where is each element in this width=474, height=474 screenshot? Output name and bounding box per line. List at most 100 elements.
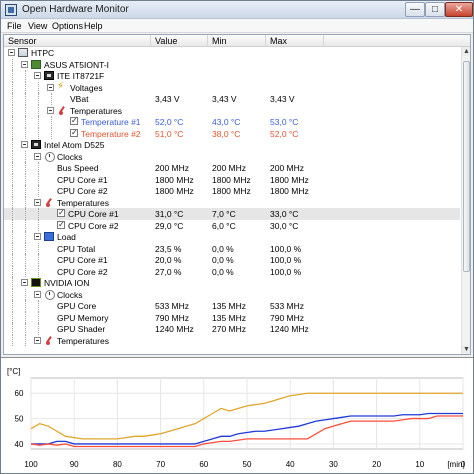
sensor-cpu-core-1-load[interactable]: CPU Core #1 20,0 % 0,0 % 100,0 % bbox=[4, 254, 460, 266]
tree-guide-line bbox=[51, 93, 52, 105]
scroll-up-button[interactable]: ▲ bbox=[462, 47, 470, 56]
sensor-gpu-memory[interactable]: GPU Memory 790 MHz 135 MHz 790 MHz bbox=[4, 311, 460, 323]
tree-guide-line bbox=[25, 116, 26, 128]
hardware-intel-atom[interactable]: Intel Atom D525 bbox=[4, 139, 460, 151]
sensor-max: 1800 MHz bbox=[270, 174, 309, 185]
chip-icon bbox=[44, 71, 54, 80]
sensor-min: 1800 MHz bbox=[212, 186, 251, 196]
collapse-toggle[interactable] bbox=[34, 336, 41, 344]
maximize-button[interactable]: □ bbox=[425, 2, 445, 17]
collapse-toggle[interactable] bbox=[34, 290, 41, 298]
scroll-down-button[interactable]: ▼ bbox=[462, 345, 470, 354]
collapse-toggle[interactable] bbox=[34, 233, 41, 240]
value-column-header[interactable]: Value bbox=[155, 36, 177, 46]
tree-guide-line bbox=[12, 116, 13, 128]
tree-guide-line bbox=[25, 334, 26, 346]
min-column-header[interactable]: Min bbox=[212, 36, 227, 46]
sensor-max: 790 MHz bbox=[270, 312, 305, 323]
sensor-value: 1240 MHz bbox=[155, 324, 194, 334]
sensor-label: Intel Atom D525 bbox=[44, 140, 105, 150]
hardware-ite-chip[interactable]: ITE IT8721F bbox=[4, 70, 460, 82]
sensor-cpu-core-1-clock[interactable]: CPU Core #1 1800 MHz 1800 MHz 1800 MHz bbox=[4, 173, 460, 185]
sensor-value: 29,0 °C bbox=[155, 220, 184, 231]
titlebar: Open Hardware Monitor — □ ✕ bbox=[1, 1, 473, 19]
tree-guide-line bbox=[38, 185, 39, 197]
collapse-toggle[interactable] bbox=[21, 279, 28, 286]
collapse-toggle[interactable] bbox=[21, 141, 28, 148]
sensor-temperature-1[interactable]: Temperature #1 52,0 °C 43,0 °C 53,0 °C bbox=[4, 116, 460, 128]
collapse-toggle[interactable] bbox=[8, 49, 15, 56]
collapse-toggle[interactable] bbox=[47, 106, 54, 114]
tree-guide-line bbox=[12, 173, 13, 185]
tree-guide-line bbox=[12, 277, 13, 289]
sensor-label: Temperature #2 bbox=[81, 128, 141, 139]
group-clocks[interactable]: Clocks bbox=[4, 150, 460, 162]
sensor-gpu-shader[interactable]: GPU Shader 1240 MHz 270 MHz 1240 MHz bbox=[4, 323, 460, 335]
sensor-cpu-total-load[interactable]: CPU Total 23,5 % 0,0 % 100,0 % bbox=[4, 242, 460, 254]
tree-guide-line bbox=[12, 231, 13, 243]
plot-checkbox[interactable] bbox=[57, 220, 65, 229]
sensor-label: Clocks bbox=[57, 289, 83, 300]
menu-view[interactable]: View bbox=[28, 21, 47, 31]
tree-guide-line bbox=[12, 58, 13, 70]
vertical-scrollbar[interactable]: ▲ ▼ bbox=[461, 47, 470, 354]
group-voltages[interactable]: Voltages bbox=[4, 81, 460, 93]
sensor-value: 533 MHz bbox=[155, 301, 190, 311]
menu-help[interactable]: Help bbox=[84, 21, 103, 31]
sensor-max: 1240 MHz bbox=[270, 324, 309, 334]
tree-guide-line bbox=[25, 231, 26, 243]
sensor-label: Voltages bbox=[70, 82, 103, 93]
tree-guide-line bbox=[25, 208, 26, 220]
tree-guide-line bbox=[38, 81, 39, 93]
sensor-label: Clocks bbox=[57, 151, 83, 162]
collapse-toggle[interactable] bbox=[34, 72, 41, 79]
x-tick-label: 10 bbox=[415, 460, 424, 469]
clock-icon bbox=[44, 289, 55, 300]
sensor-label: CPU Total bbox=[57, 243, 96, 254]
close-button[interactable]: ✕ bbox=[445, 2, 473, 17]
menu-file[interactable]: File bbox=[7, 21, 22, 31]
plot-checkbox[interactable] bbox=[70, 128, 78, 137]
group-load[interactable]: Load bbox=[4, 231, 460, 243]
collapse-toggle[interactable] bbox=[21, 60, 28, 68]
sensor-cpu-core-1-temp[interactable]: CPU Core #1 31,0 °C 7,0 °C 33,0 °C bbox=[4, 208, 460, 220]
x-tick-label: 60 bbox=[199, 460, 208, 469]
scroll-thumb[interactable] bbox=[463, 61, 470, 272]
group-temperatures[interactable]: Temperatures bbox=[4, 104, 460, 116]
sensor-value: 200 MHz bbox=[155, 163, 190, 173]
x-tick-label: 40 bbox=[286, 460, 295, 469]
x-axis-unit: [min] bbox=[447, 460, 464, 469]
sensor-vbat[interactable]: VBat 3,43 V 3,43 V 3,43 V bbox=[4, 93, 460, 105]
tree-guide-line bbox=[12, 323, 13, 335]
plot-checkbox[interactable] bbox=[70, 116, 78, 125]
tree-guide-line bbox=[25, 242, 26, 254]
sensor-gpu-core[interactable]: GPU Core 533 MHz 135 MHz 533 MHz bbox=[4, 300, 460, 312]
max-column-header[interactable]: Max bbox=[270, 36, 287, 46]
collapse-toggle[interactable] bbox=[34, 152, 41, 160]
column-header: Sensor Value Min Max bbox=[4, 35, 470, 47]
sensor-label: CPU Core #1 bbox=[57, 174, 108, 185]
group-clocks-gpu[interactable]: Clocks bbox=[4, 288, 460, 300]
collapse-toggle[interactable] bbox=[34, 198, 41, 206]
minimize-button[interactable]: — bbox=[405, 2, 425, 17]
sensor-label: Temperatures bbox=[57, 197, 109, 208]
sensor-value: 1800 MHz bbox=[155, 186, 194, 196]
plot-checkbox[interactable] bbox=[57, 208, 65, 217]
hardware-htpc[interactable]: HTPC bbox=[4, 47, 460, 59]
sensor-cpu-core-2-clock[interactable]: CPU Core #2 1800 MHz 1800 MHz 1800 MHz bbox=[4, 185, 460, 197]
group-temperatures-gpu[interactable]: Temperatures bbox=[4, 334, 460, 346]
group-temperatures-cpu[interactable]: Temperatures bbox=[4, 196, 460, 208]
sensor-cpu-core-2-load[interactable]: CPU Core #2 27,0 % 0,0 % 100,0 % bbox=[4, 265, 460, 277]
sensor-max: 52,0 °C bbox=[270, 128, 299, 139]
sensor-bus-speed[interactable]: Bus Speed 200 MHz 200 MHz 200 MHz bbox=[4, 162, 460, 174]
sensor-column-header[interactable]: Sensor bbox=[8, 36, 37, 46]
hardware-nvidia-ion[interactable]: NVIDIA ION bbox=[4, 277, 460, 289]
sensor-label: CPU Core #2 bbox=[57, 266, 108, 277]
sensor-value: 3,43 V bbox=[155, 94, 180, 104]
hardware-asus-board[interactable]: ASUS AT5IONT-I bbox=[4, 58, 460, 70]
sensor-cpu-core-2-temp[interactable]: CPU Core #2 29,0 °C 6,0 °C 30,0 °C bbox=[4, 219, 460, 231]
sensor-min: 43,0 °C bbox=[212, 117, 241, 127]
sensor-temperature-2[interactable]: Temperature #2 51,0 °C 38,0 °C 52,0 °C bbox=[4, 127, 460, 139]
collapse-toggle[interactable] bbox=[47, 83, 54, 91]
menu-options[interactable]: Options bbox=[52, 21, 83, 31]
